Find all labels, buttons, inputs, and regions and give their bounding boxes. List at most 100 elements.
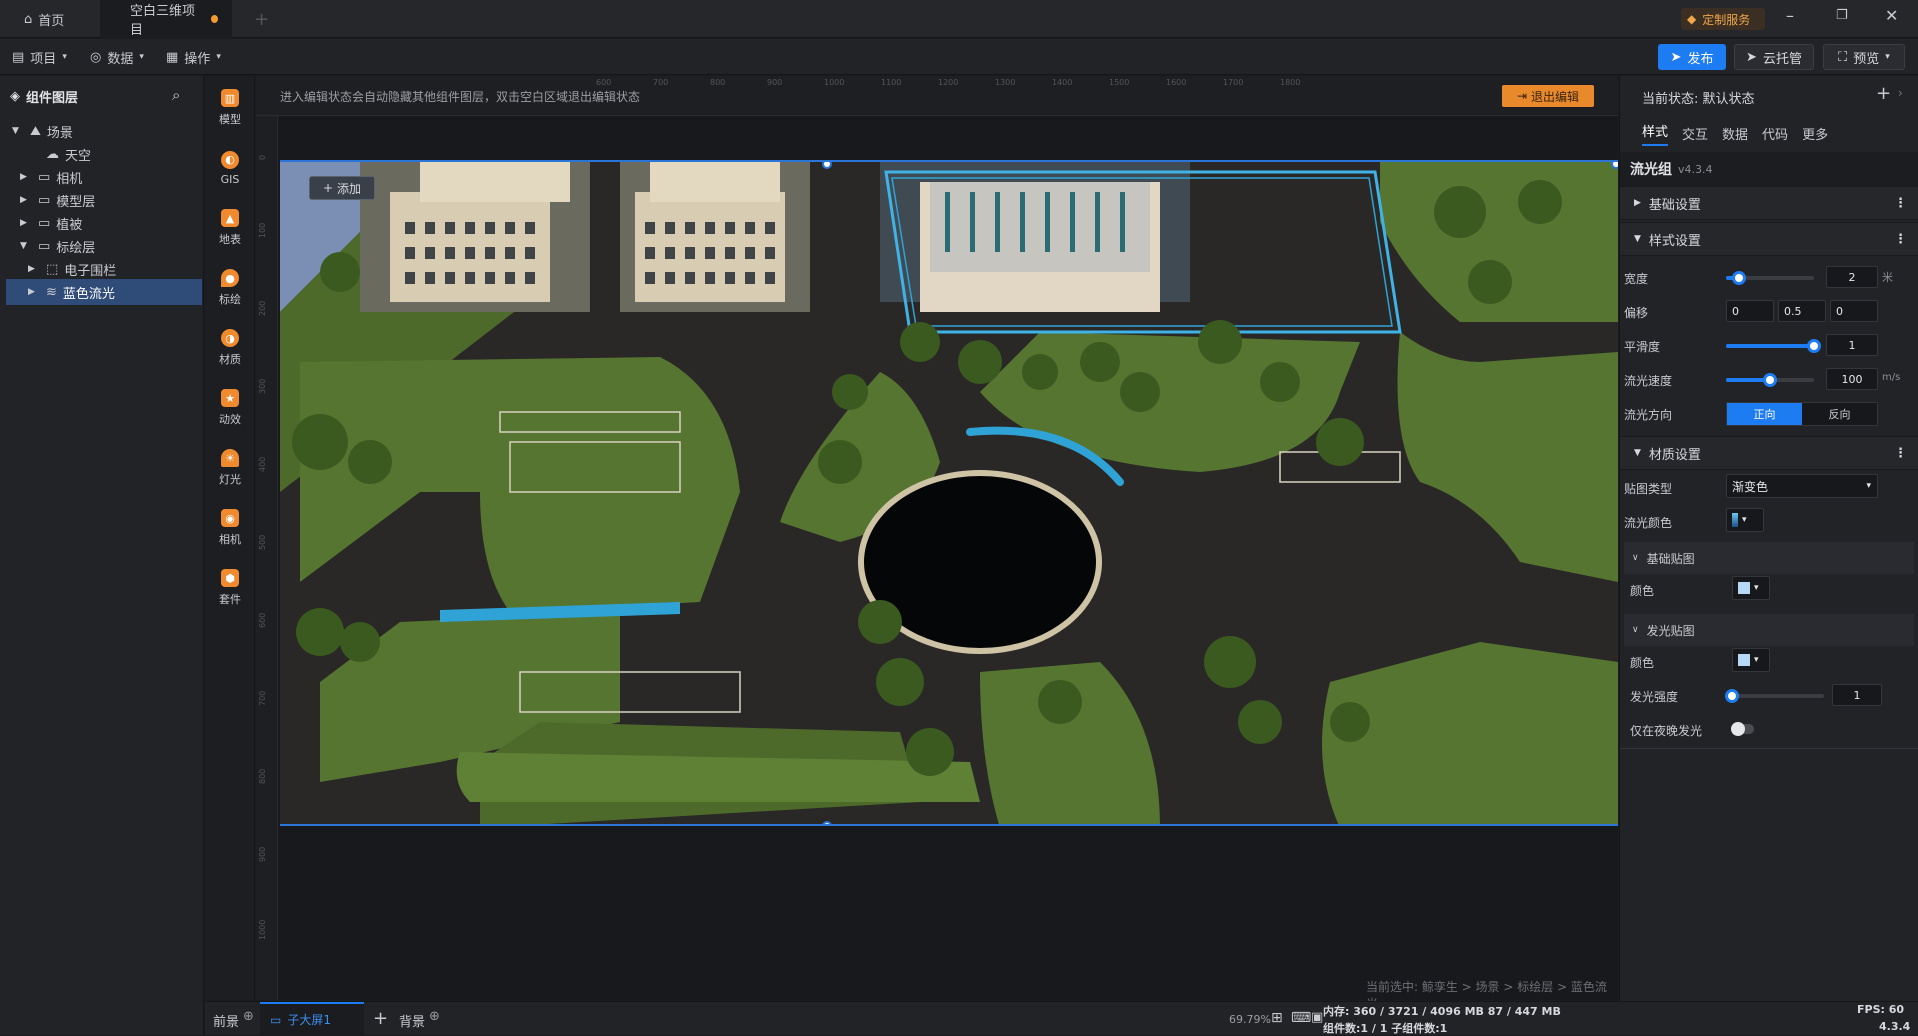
tool-model[interactable]: ▥ 模型 [205,80,255,136]
restore-button[interactable]: ❐ [1836,8,1848,23]
tool-material[interactable]: ◑ 材质 [205,320,255,376]
tree-item-label: 天空 [65,148,92,164]
tab-data[interactable]: 数据 [1722,124,1748,143]
component-count: 组件数:1 / 1 子组件数:1 [1323,1022,1448,1035]
scene-viewport[interactable] [280,160,1618,826]
kit-icon: ⬢ [221,569,239,587]
more-vert-icon[interactable]: ⋮ [1894,196,1907,211]
add-button[interactable]: + 添加 [309,176,375,200]
width-value: 2 [1848,270,1856,284]
smoothness-input[interactable]: 1 [1826,334,1878,356]
tree-item-label: 电子围栏 [64,263,117,279]
menu-data[interactable]: ◎ 数据 ▾ [90,39,144,75]
send-icon: ➤ [1746,49,1757,65]
title-bar: ⌂ 首页 空白三维项目 + ◆ 定制服务 – ❐ ✕ [0,0,1918,38]
add-state-button[interactable]: + [1876,83,1891,104]
tree-item-label: 标绘层 [56,240,96,256]
night-only-toggle[interactable] [1731,722,1754,736]
scene-render[interactable] [280,162,1618,826]
more-vert-icon[interactable]: ⋮ [1894,446,1907,461]
offset-x-input[interactable]: 0 [1726,300,1774,322]
section-basic[interactable]: ▶ 基础设置 ⋮ [1620,186,1918,220]
section-base-map[interactable]: ∨ 基础贴图 [1624,542,1914,574]
layers-panel: ◈ 组件图层 ⌕ ▼ ⛰ 场景 ☁ 天空 ▶ ▭ 相机 ▶ ▭ 模型层 ▶ ▭ … [0,76,204,1035]
tree-item-label: 植被 [56,217,83,233]
glow-strength-slider-knob[interactable] [1725,689,1739,703]
fit-screen-icon[interactable]: ⊞ [1271,1010,1283,1026]
offset-y-input[interactable]: 0.5 [1778,300,1826,322]
base-color-picker[interactable]: ▾ [1732,576,1770,600]
tab-interaction[interactable]: 交互 [1682,124,1708,143]
tool-terrain[interactable]: ▲ 地表 [205,200,255,256]
more-vert-icon[interactable]: ⋮ [1894,232,1907,247]
flow-color-picker[interactable]: ▾ [1726,508,1764,532]
glow-color-picker[interactable]: ▾ [1732,648,1770,672]
tree-item-label: 相机 [56,171,83,187]
foreground-tab[interactable]: 前景 [213,1011,239,1030]
section-style[interactable]: ▼ 样式设置 ⋮ [1620,222,1918,256]
custom-service-label: 定制服务 [1702,12,1751,27]
menu-project[interactable]: ▤ 项目 ▾ [12,39,67,75]
tool-effects[interactable]: ★ 动效 [205,380,255,436]
section-label: 样式设置 [1648,233,1701,249]
cloud-hosting-button[interactable]: ➤ 云托管 [1734,44,1814,70]
glow-strength-input[interactable]: 1 [1832,684,1882,706]
preview-button[interactable]: ⛶ 预览 ▾ [1823,44,1905,70]
background-tab[interactable]: 背景 [399,1011,425,1030]
menu-operate[interactable]: ▦ 操作 ▾ [166,39,221,75]
glow-strength-slider[interactable] [1725,689,1824,703]
tool-kit[interactable]: ⬢ 套件 [205,560,255,616]
screen-tab[interactable]: ▭ 子大屏1 [260,1002,364,1035]
keyboard-icon[interactable]: ⌨ [1291,1010,1311,1026]
direction-reverse-button[interactable]: 反向 [1802,403,1877,425]
speed-slider-knob[interactable] [1763,373,1777,387]
speed-slider[interactable] [1726,373,1814,387]
close-button[interactable]: ✕ [1885,6,1898,25]
new-tab-button[interactable]: + [240,0,283,38]
texture-type-select[interactable]: 渐变色 ▾ [1726,474,1878,498]
glow-color-label: 颜色 [1630,656,1655,670]
add-foreground-icon[interactable]: ⊕ [243,1009,254,1024]
search-icon[interactable]: ⌕ [172,86,180,104]
add-background-icon[interactable]: ⊕ [429,1009,440,1024]
publish-button[interactable]: ➤ 发布 [1658,44,1726,70]
pin-icon: ● [221,269,239,287]
offset-z-input[interactable]: 0 [1830,300,1878,322]
terminal-icon[interactable]: ▣ [1311,1010,1323,1025]
editor-canvas[interactable]: 600 700 800 900 1000 1100 1200 1300 1400 1500 1600… [256,76,1618,1018]
tab-home[interactable]: ⌂ 首页 [10,0,78,38]
fullscreen-icon: ⛶ [1838,49,1848,65]
width-input[interactable]: 2 [1826,266,1878,288]
caret-right-icon: ▶ [28,287,35,297]
smoothness-slider-knob[interactable] [1807,339,1821,353]
tab-more[interactable]: 更多 [1802,124,1828,143]
direction-forward-button[interactable]: 正向 [1727,403,1802,425]
smoothness-slider-fill [1726,344,1814,348]
width-slider[interactable] [1726,271,1814,285]
speed-label: 流光速度 [1624,374,1673,388]
tab-style[interactable]: 样式 [1642,121,1669,146]
tab-project[interactable]: 空白三维项目 [100,0,232,38]
tool-light[interactable]: ☀ 灯光 [205,440,255,496]
zoom-level[interactable]: 69.79% [1229,1013,1271,1026]
tab-code[interactable]: 代码 [1762,124,1788,143]
tool-plot[interactable]: ● 标绘 [205,260,255,316]
section-glow-map[interactable]: ∨ 发光贴图 [1624,614,1914,646]
speed-input[interactable]: 100 [1826,368,1878,390]
ruler-tick-label: 1400 [1052,78,1073,87]
custom-service-button[interactable]: ◆ 定制服务 [1681,8,1765,30]
tree-item-blue-flow[interactable]: ▶ ≋ 蓝色流光 [6,279,202,305]
ruler-tick-label: 1100 [881,78,902,87]
ruler-tick-label: 500 [258,534,267,550]
add-screen-button[interactable]: + [373,1008,388,1029]
section-material[interactable]: ▼ 材质设置 ⋮ [1620,436,1918,470]
chevron-right-icon[interactable]: › [1898,86,1903,100]
tool-camera[interactable]: ◉ 相机 [205,500,255,556]
smoothness-slider[interactable] [1726,339,1821,353]
screen-tab-label: 子大屏1 [287,1013,331,1027]
material-icon: ◑ [221,329,239,347]
minimize-button[interactable]: – [1786,6,1794,25]
tool-gis[interactable]: ◐ GIS [205,140,255,196]
exit-edit-button[interactable]: ⇥ 退出编辑 [1502,85,1594,107]
width-slider-knob[interactable] [1732,271,1747,285]
